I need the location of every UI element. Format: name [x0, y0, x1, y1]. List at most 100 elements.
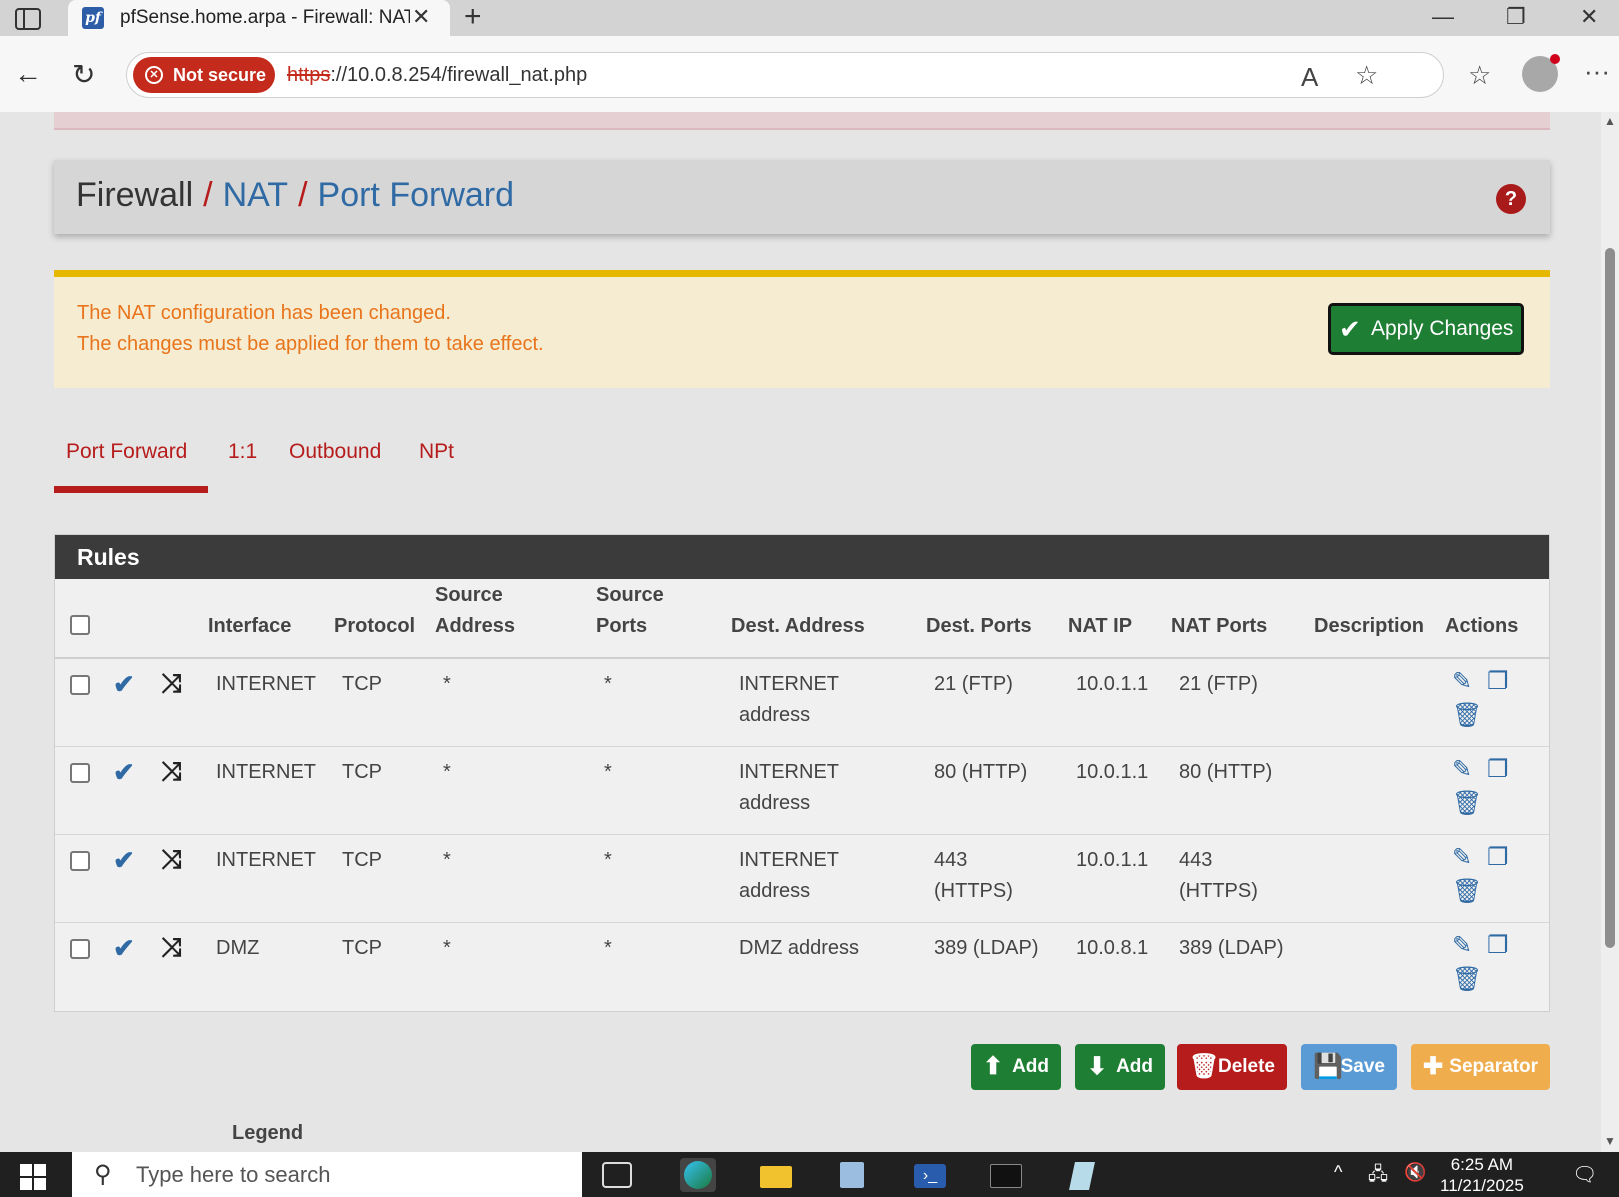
notepad-icon[interactable] — [1064, 1158, 1100, 1192]
table-row[interactable]: ✔ ⤨ DMZ TCP * * DMZ address 389 (LDAP) 1… — [55, 923, 1549, 1011]
window-close-icon[interactable]: ✕ — [1580, 4, 1598, 30]
enabled-check-icon[interactable]: ✔ — [113, 669, 135, 700]
url-path: ://10.0.8.254/firewall_nat.php — [330, 64, 588, 86]
favorites-list-icon[interactable]: ☆ — [1468, 60, 1491, 91]
help-icon[interactable]: ? — [1496, 184, 1526, 214]
powershell-icon[interactable]: ›_ — [912, 1158, 948, 1192]
col-source-address-line2: Address — [435, 615, 516, 637]
read-aloud-icon[interactable]: A — [1301, 62, 1318, 93]
cell-dest-ports-line1: 389 (LDAP) — [934, 937, 1039, 959]
col-description[interactable]: Description — [1314, 611, 1424, 642]
row-checkbox[interactable] — [70, 675, 90, 695]
tab-npt[interactable]: NPt — [419, 440, 454, 464]
cell-dest-address: DMZ address — [739, 933, 859, 964]
delete-trash-icon[interactable]: 🗑 — [1452, 789, 1482, 818]
row-checkbox[interactable] — [70, 851, 90, 871]
edit-pencil-icon[interactable]: ✎ — [1452, 755, 1472, 784]
cell-source-address: * — [443, 937, 451, 959]
not-secure-badge[interactable]: ✕ Not secure — [133, 57, 275, 93]
col-source-ports[interactable]: Source Ports — [596, 580, 664, 642]
tab-port-forward[interactable]: Port Forward — [66, 440, 187, 464]
profile-avatar[interactable] — [1522, 54, 1560, 92]
col-interface[interactable]: Interface — [208, 611, 291, 642]
url-field[interactable]: ✕ Not secure https://10.0.8.254/firewall… — [126, 52, 1444, 98]
copy-icon[interactable]: ❐ — [1487, 931, 1509, 960]
copy-icon[interactable]: ❐ — [1487, 843, 1509, 872]
enabled-check-icon[interactable]: ✔ — [113, 757, 135, 788]
vertical-scrollbar[interactable]: ▲ ▼ — [1601, 112, 1619, 1152]
server-manager-icon[interactable] — [834, 1158, 870, 1192]
col-source-address[interactable]: Source Address — [435, 580, 515, 642]
floppy-save-icon: 💾 — [1313, 1053, 1343, 1080]
breadcrumb-nat[interactable]: NAT — [223, 176, 288, 214]
copy-icon[interactable]: ❐ — [1487, 755, 1509, 784]
filter-rule-shuffle-icon: ⤨ — [161, 844, 182, 874]
table-row[interactable]: ✔ ⤨ INTERNET TCP * * INTERNET address 80 … — [55, 747, 1549, 835]
table-row[interactable]: ✔ ⤨ INTERNET TCP * * INTERNET address 443… — [55, 835, 1549, 923]
enabled-check-icon[interactable]: ✔ — [113, 845, 135, 876]
cell-source-ports: * — [604, 937, 612, 959]
more-menu-icon[interactable]: ··· — [1584, 56, 1610, 87]
add-rule-bottom-button[interactable]: ⬇ Add — [1075, 1044, 1165, 1090]
scroll-up-arrow-icon[interactable]: ▲ — [1604, 114, 1616, 128]
add-rule-top-button[interactable]: ⬆ Add — [971, 1044, 1061, 1090]
cell-nat-ports-line1: 21 (FTP) — [1179, 673, 1258, 695]
col-dest-ports[interactable]: Dest. Ports — [926, 611, 1032, 642]
cell-nat-ports-line1: 389 (LDAP) — [1179, 937, 1284, 959]
command-prompt-icon[interactable] — [988, 1158, 1024, 1192]
new-tab-icon[interactable]: + — [464, 0, 482, 34]
volume-muted-icon[interactable]: 🔇 — [1404, 1162, 1426, 1183]
col-dest-address[interactable]: Dest. Address — [731, 611, 865, 642]
delete-trash-icon[interactable]: 🗑 — [1452, 965, 1482, 994]
cell-nat-ports-line1: 443 — [1179, 849, 1213, 871]
tab-actions-icon[interactable] — [14, 7, 44, 31]
scrollbar-thumb[interactable] — [1605, 248, 1615, 948]
copy-icon[interactable]: ❐ — [1487, 667, 1509, 696]
scroll-down-arrow-icon[interactable]: ▼ — [1604, 1134, 1616, 1148]
minimize-icon[interactable]: — — [1432, 4, 1454, 30]
col-protocol[interactable]: Protocol — [334, 611, 415, 642]
tab-one-to-one[interactable]: 1:1 — [228, 440, 257, 464]
col-nat-ip[interactable]: NAT IP — [1068, 611, 1132, 642]
task-view-icon[interactable] — [602, 1162, 632, 1188]
enabled-check-icon[interactable]: ✔ — [113, 933, 135, 964]
delete-button[interactable]: 🗑 Delete — [1177, 1044, 1287, 1090]
refresh-icon[interactable]: ↻ — [72, 58, 95, 91]
apply-changes-label: Apply Changes — [1371, 317, 1514, 340]
file-explorer-icon[interactable] — [758, 1158, 794, 1192]
restore-icon[interactable]: ❐ — [1506, 4, 1526, 30]
network-icon[interactable]: 🖧 — [1368, 1162, 1388, 1192]
col-nat-ports[interactable]: NAT Ports — [1171, 611, 1267, 642]
table-row[interactable]: ✔ ⤨ INTERNET TCP * * INTERNET address 21 … — [55, 659, 1549, 747]
notifications-icon[interactable]: 🗨 — [1572, 1162, 1597, 1187]
row-checkbox[interactable] — [70, 939, 90, 959]
browser-tab-active[interactable]: pf pfSense.home.arpa - Firewall: NAT ✕ — [68, 0, 450, 36]
delete-trash-icon[interactable]: 🗑 — [1452, 877, 1482, 906]
edit-pencil-icon[interactable]: ✎ — [1452, 843, 1472, 872]
changes-alert: The NAT configuration has been changed. … — [54, 270, 1550, 388]
close-tab-icon[interactable]: ✕ — [412, 4, 430, 30]
apply-changes-button[interactable]: ✔ Apply Changes — [1328, 303, 1524, 355]
windows-start-icon[interactable] — [20, 1164, 46, 1190]
cell-dest-ports: 21 (FTP) — [934, 669, 1013, 700]
separator-button[interactable]: ✚ Separator — [1411, 1044, 1550, 1090]
trash-icon: 🗑 — [1189, 1053, 1220, 1080]
error-strip — [54, 112, 1550, 130]
edit-pencil-icon[interactable]: ✎ — [1452, 667, 1472, 696]
edge-browser-icon[interactable] — [680, 1158, 716, 1192]
tab-outbound[interactable]: Outbound — [289, 440, 381, 464]
row-checkbox[interactable] — [70, 763, 90, 783]
page-viewport: Firewall / NAT / Port Forward ? The NAT conf… — [0, 112, 1619, 1152]
breadcrumb-port-forward[interactable]: Port Forward — [318, 176, 515, 214]
taskbar-search-box[interactable]: ⚲ Type here to search — [72, 1152, 582, 1197]
delete-trash-icon[interactable]: 🗑 — [1452, 701, 1482, 730]
system-clock[interactable]: 6:25 AM 11/21/2025 — [1440, 1154, 1524, 1196]
show-hidden-icons-icon[interactable]: ^ — [1334, 1162, 1342, 1183]
cell-dest-ports-line1: 21 (FTP) — [934, 673, 1013, 695]
favorite-star-icon[interactable]: ☆ — [1355, 60, 1378, 91]
save-button[interactable]: 💾 Save — [1301, 1044, 1397, 1090]
alert-message-line1: The NAT configuration has been changed. — [77, 302, 451, 324]
edit-pencil-icon[interactable]: ✎ — [1452, 931, 1472, 960]
select-all-checkbox[interactable] — [70, 615, 90, 635]
back-icon[interactable]: ← — [14, 58, 42, 90]
